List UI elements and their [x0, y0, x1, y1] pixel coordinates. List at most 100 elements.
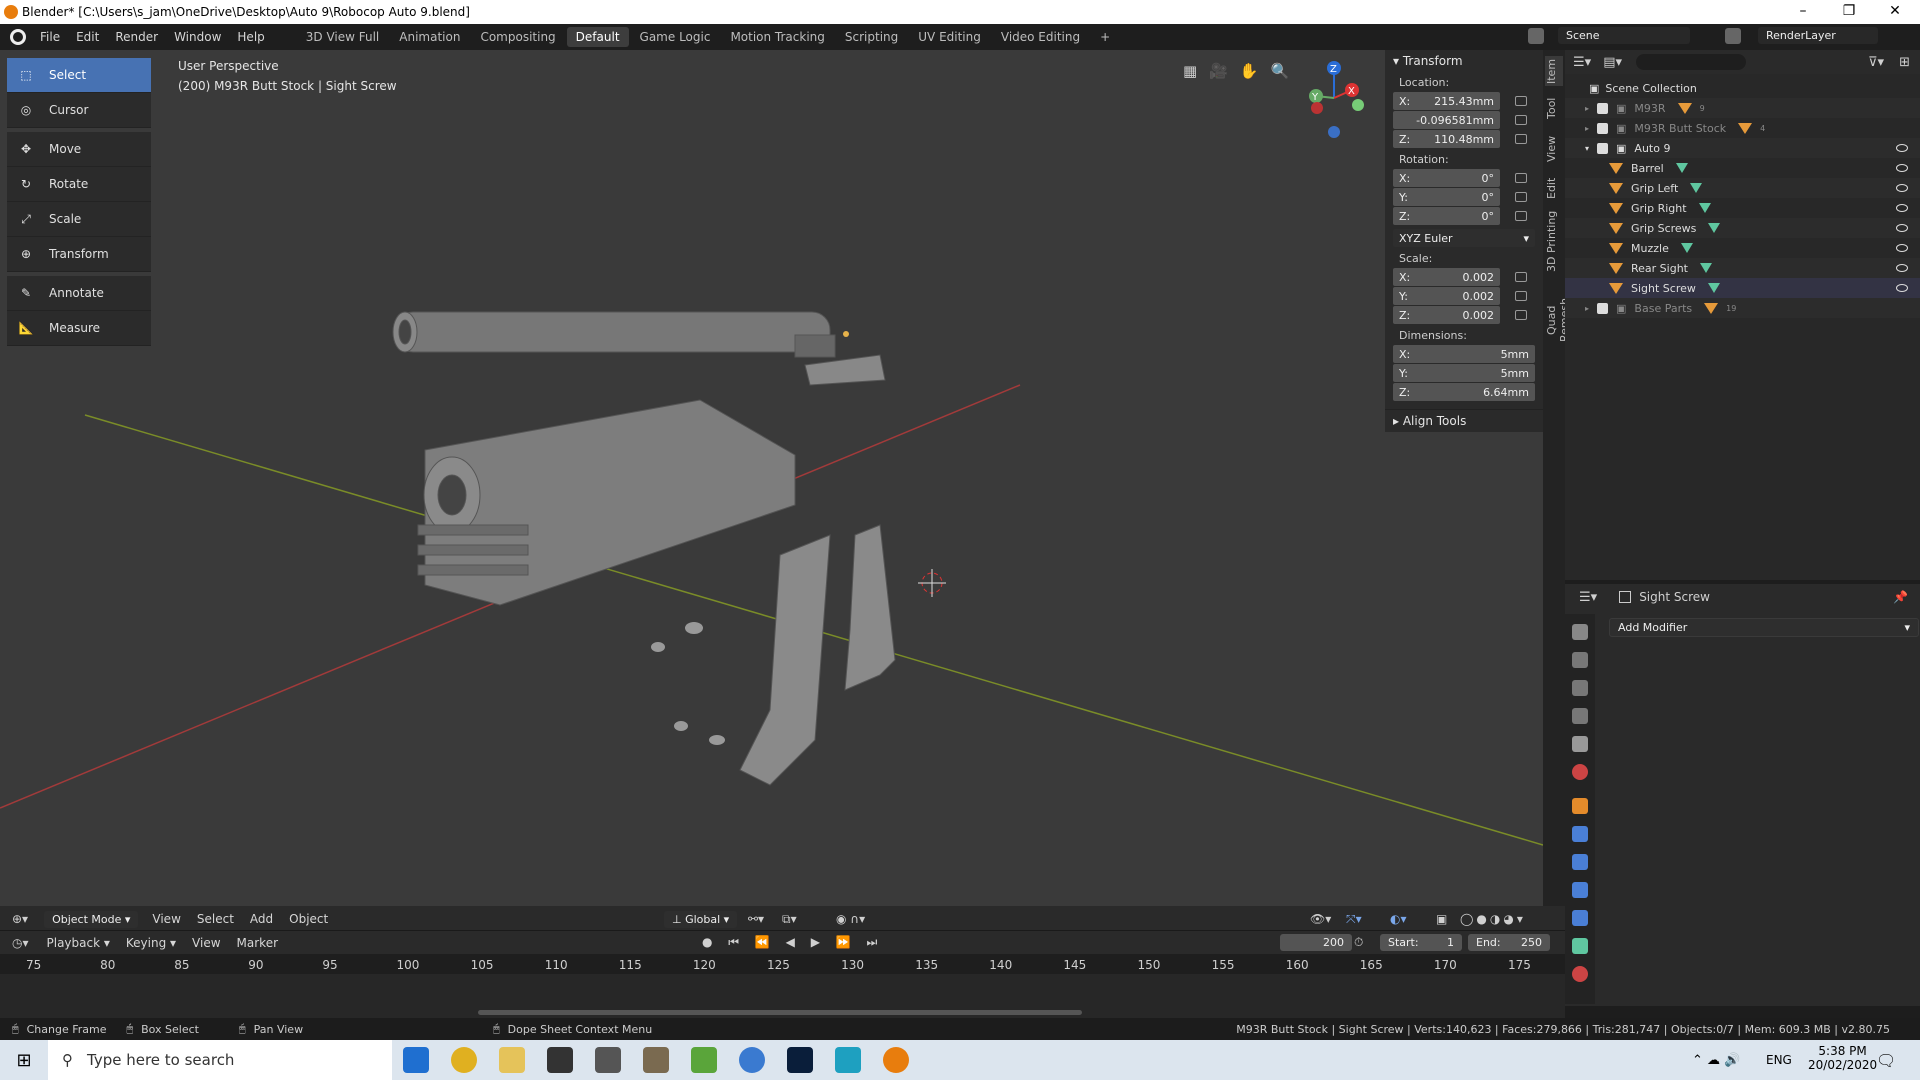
- display-mode-icon[interactable]: ▤▾: [1603, 55, 1622, 70]
- gizmo-toggle-icon[interactable]: ⤧▾: [1346, 912, 1362, 927]
- tool-annotate[interactable]: ✎ Annotate: [7, 276, 151, 311]
- blender-menu-icon[interactable]: [10, 29, 26, 45]
- camera-view-icon[interactable]: 🎥: [1209, 62, 1228, 80]
- file-explorer-icon[interactable]: [499, 1047, 525, 1073]
- mesh-data-icon[interactable]: [1572, 938, 1588, 954]
- snap-icon[interactable]: ⧉▾: [782, 912, 797, 927]
- physics-icon[interactable]: [1572, 882, 1588, 898]
- scale-y-field[interactable]: Y: 0.002: [1393, 287, 1500, 305]
- outliner-item-auto-9[interactable]: ▾ ▣ Auto 9: [1565, 138, 1920, 158]
- tab-item[interactable]: Item: [1545, 56, 1563, 86]
- playback-controls[interactable]: ● ⏮ ⏪ ◀ ▶ ⏩ ⏭: [702, 935, 883, 950]
- tab-3d-view-full[interactable]: 3D View Full: [297, 27, 389, 47]
- rotation-y-field[interactable]: Y: 0°: [1393, 188, 1500, 206]
- tool-settings-icon[interactable]: [1572, 624, 1588, 640]
- scale-x-field[interactable]: X: 0.002: [1393, 268, 1500, 286]
- particles-icon[interactable]: [1572, 854, 1588, 870]
- lock-icon[interactable]: [1515, 134, 1527, 144]
- outliner-search-input[interactable]: [1636, 54, 1746, 70]
- menu-object[interactable]: Object: [281, 912, 336, 926]
- outliner-item-barrel[interactable]: Barrel: [1565, 158, 1920, 178]
- menu-window[interactable]: Window: [166, 30, 229, 44]
- proportional-edit-icon[interactable]: ◉ ∩▾: [836, 912, 865, 926]
- dimension-x-field[interactable]: X: 5mm: [1393, 345, 1535, 363]
- editor-type-icon[interactable]: ◷▾: [12, 936, 29, 950]
- tab-tool[interactable]: Tool: [1545, 92, 1563, 124]
- tab-quad-remesh[interactable]: Quad Remesh: [1545, 282, 1571, 358]
- outliner-item-m93r[interactable]: ▸ ▣ M93R 9: [1565, 98, 1920, 118]
- editor-type-icon[interactable]: ☰▾: [1579, 590, 1597, 605]
- location-x-field[interactable]: X: 215.43mm: [1393, 92, 1500, 110]
- editor-type-icon[interactable]: ⊕▾: [12, 912, 28, 926]
- rotation-z-field[interactable]: Z: 0°: [1393, 207, 1500, 225]
- clock[interactable]: 5:38 PM 20/02/2020: [1808, 1044, 1877, 1072]
- material-icon[interactable]: [1572, 966, 1588, 982]
- zoom-icon[interactable]: 🔍: [1271, 62, 1290, 80]
- xray-icon[interactable]: ▣: [1436, 912, 1447, 926]
- menu-edit[interactable]: Edit: [68, 30, 107, 44]
- new-collection-icon[interactable]: ⊞: [1899, 55, 1910, 70]
- lock-icon[interactable]: [1515, 115, 1527, 125]
- menu-timeline-view[interactable]: View: [184, 936, 228, 950]
- store-icon[interactable]: [547, 1047, 573, 1073]
- outliner-item-m93r-butt-stock[interactable]: ▸ ▣ M93R Butt Stock 4: [1565, 118, 1920, 138]
- grid-view-icon[interactable]: ▦: [1183, 62, 1197, 80]
- menu-add[interactable]: Add: [242, 912, 281, 926]
- lock-icon[interactable]: [1515, 192, 1527, 202]
- lock-icon[interactable]: [1515, 272, 1527, 282]
- view-layer-icon[interactable]: [1572, 708, 1588, 724]
- tab-game-logic[interactable]: Game Logic: [631, 27, 720, 47]
- dimension-z-field[interactable]: Z: 6.64mm: [1393, 383, 1535, 401]
- notification-icon[interactable]: 🗨: [1876, 1051, 1896, 1070]
- lock-icon[interactable]: [1515, 310, 1527, 320]
- photoshop-icon[interactable]: [787, 1047, 813, 1073]
- tab-motion-tracking[interactable]: Motion Tracking: [721, 27, 833, 47]
- stopwatch-icon[interactable]: ⏱: [1354, 935, 1363, 950]
- tool-move[interactable]: ✥ Move: [7, 132, 151, 167]
- tool-scale[interactable]: ⤢ Scale: [7, 202, 151, 237]
- visibility-icon[interactable]: 👁▾: [1310, 912, 1331, 926]
- menu-view[interactable]: View: [144, 912, 188, 926]
- tab-edit[interactable]: Edit: [1545, 174, 1563, 202]
- world-icon[interactable]: [1572, 764, 1588, 780]
- app-green-icon[interactable]: [691, 1047, 717, 1073]
- pan-hand-icon[interactable]: ✋: [1240, 62, 1259, 80]
- outliner-item-muzzle[interactable]: Muzzle: [1565, 238, 1920, 258]
- tray-icons[interactable]: ⌃ ☁ 🔊: [1692, 1053, 1740, 1068]
- add-modifier-dropdown[interactable]: Add Modifier ▾: [1609, 618, 1919, 637]
- tool-rotate[interactable]: ↻ Rotate: [7, 167, 151, 202]
- 3d-viewport[interactable]: User Perspective (200) M93R Butt Stock |…: [0, 50, 1543, 906]
- orientation-dropdown[interactable]: ⊥ Global ▾: [664, 910, 738, 928]
- close-button[interactable]: ✕: [1872, 0, 1918, 24]
- tab-video-editing[interactable]: Video Editing: [992, 27, 1089, 47]
- rotation-mode-dropdown[interactable]: XYZ Euler ▾: [1393, 229, 1535, 247]
- dimension-y-field[interactable]: Y: 5mm: [1393, 364, 1535, 382]
- timeline-scrollbar[interactable]: [478, 1010, 1082, 1015]
- outliner-item-rear-sight[interactable]: Rear Sight: [1565, 258, 1920, 278]
- lock-icon[interactable]: [1515, 291, 1527, 301]
- taskbar-search[interactable]: ⚲ Type here to search: [48, 1040, 392, 1080]
- location-z-field[interactable]: Z: 110.48mm: [1393, 130, 1500, 148]
- lock-icon[interactable]: [1515, 173, 1527, 183]
- outliner-scene-collection[interactable]: ▣ Scene Collection: [1565, 78, 1920, 98]
- rotation-x-field[interactable]: X: 0°: [1393, 169, 1500, 187]
- outliner-item-sight-screw[interactable]: Sight Screw: [1565, 278, 1920, 298]
- tab-uv-editing[interactable]: UV Editing: [909, 27, 990, 47]
- scene-icon[interactable]: [1572, 736, 1588, 752]
- app-icon[interactable]: [643, 1047, 669, 1073]
- windows-start-icon[interactable]: ⊞: [0, 1050, 48, 1071]
- tab-3d-printing[interactable]: 3D Printing: [1545, 208, 1563, 274]
- modifier-wrench-icon[interactable]: [1572, 826, 1588, 842]
- transform-panel-header[interactable]: ▾ Transform: [1385, 50, 1543, 72]
- menu-marker[interactable]: Marker: [229, 936, 286, 950]
- start-frame-field[interactable]: Start: 1: [1380, 934, 1462, 951]
- scale-z-field[interactable]: Z: 0.002: [1393, 306, 1500, 324]
- timeline-ruler[interactable]: 75 80 85 90 95 100 105 110 115 120 125 130 135 140 145…: [0, 954, 1565, 974]
- chrome-icon[interactable]: [451, 1047, 477, 1073]
- mode-dropdown[interactable]: Object Mode ▾: [44, 910, 139, 928]
- location-y-field[interactable]: -0.096581mm: [1393, 111, 1500, 129]
- tab-view[interactable]: View: [1545, 132, 1563, 166]
- outliner-item-grip-right[interactable]: Grip Right: [1565, 198, 1920, 218]
- shading-mode-icons[interactable]: ◯●◑◕▾: [1460, 912, 1526, 926]
- menu-keying[interactable]: Keying ▾: [118, 936, 184, 950]
